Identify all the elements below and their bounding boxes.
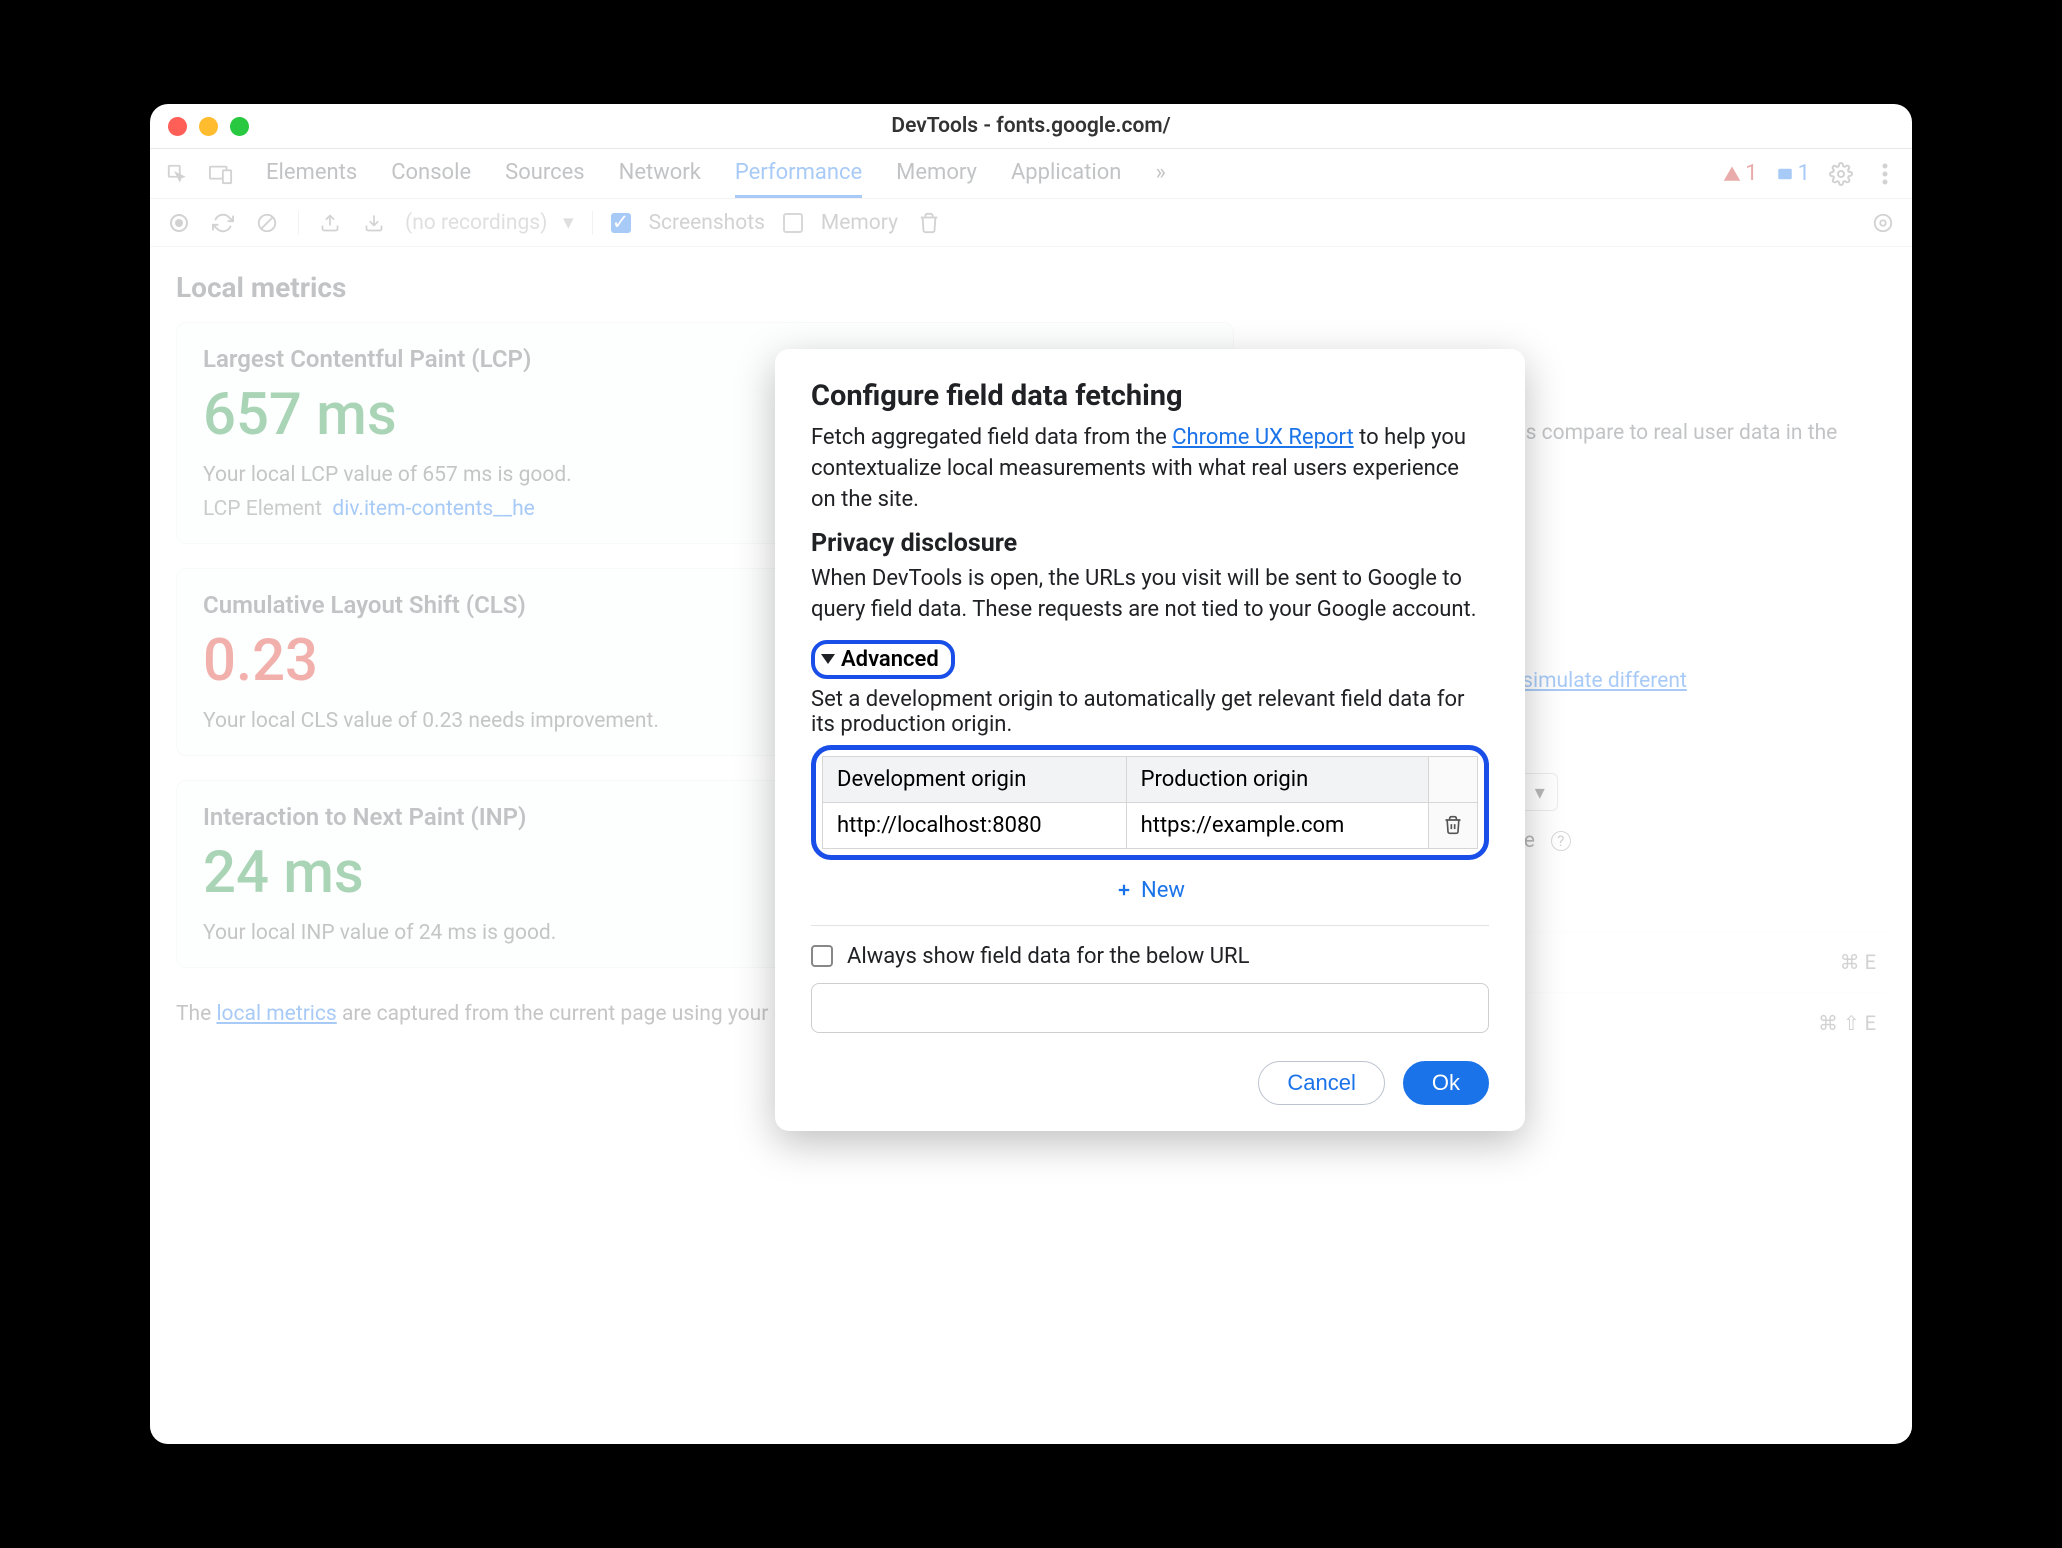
tab-application[interactable]: Application xyxy=(1011,150,1121,198)
close-window-button[interactable] xyxy=(168,117,187,136)
reload-icon[interactable] xyxy=(210,210,236,236)
perf-settings-icon[interactable] xyxy=(1870,210,1896,236)
advanced-toggle[interactable]: Advanced xyxy=(811,640,955,679)
local-metrics-heading: Local metrics xyxy=(176,271,1234,304)
clear-icon[interactable] xyxy=(254,210,280,236)
crux-link-modal[interactable]: Chrome UX Report xyxy=(1172,425,1353,450)
modal-title: Configure field data fetching xyxy=(811,379,1489,413)
origin-mapping-table: Development origin Production origin htt… xyxy=(822,756,1478,849)
memory-label: Memory xyxy=(821,211,898,235)
screenshots-checkbox[interactable]: ✓ xyxy=(611,213,631,233)
origin-table-highlight: Development origin Production origin htt… xyxy=(811,745,1489,860)
titlebar: DevTools - fonts.google.com/ xyxy=(150,104,1912,149)
minimize-window-button[interactable] xyxy=(199,117,218,136)
maximize-window-button[interactable] xyxy=(230,117,249,136)
always-show-label: Always show field data for the below URL xyxy=(847,944,1249,969)
tab-performance[interactable]: Performance xyxy=(735,150,862,198)
warning-count[interactable]: 1 xyxy=(1723,161,1757,186)
issue-count[interactable]: 1 xyxy=(1776,161,1810,186)
table-row: http://localhost:8080 https://example.co… xyxy=(823,802,1478,848)
upload-icon[interactable] xyxy=(317,210,343,236)
device-toolbar-icon[interactable] xyxy=(208,161,234,187)
chevron-down-icon xyxy=(821,654,835,664)
cancel-button[interactable]: Cancel xyxy=(1258,1061,1384,1105)
dev-origin-cell[interactable]: http://localhost:8080 xyxy=(823,802,1127,848)
tab-network[interactable]: Network xyxy=(619,150,701,198)
add-new-row-button[interactable]: New xyxy=(811,872,1489,917)
memory-checkbox[interactable] xyxy=(783,213,803,233)
prod-origin-header: Production origin xyxy=(1126,756,1428,802)
ok-button[interactable]: Ok xyxy=(1403,1061,1489,1105)
inspect-icon[interactable] xyxy=(164,161,190,187)
window-title: DevTools - fonts.google.com/ xyxy=(150,114,1912,138)
tabs-overflow[interactable]: » xyxy=(1155,150,1165,198)
url-input[interactable] xyxy=(811,983,1489,1033)
delete-row-icon[interactable] xyxy=(1443,814,1463,836)
modal-description: Fetch aggregated field data from the Chr… xyxy=(811,423,1489,515)
divider xyxy=(811,925,1489,926)
more-icon[interactable] xyxy=(1872,161,1898,187)
privacy-heading: Privacy disclosure xyxy=(811,529,1489,558)
performance-toolbar: (no recordings) ▾ ✓ Screenshots Memory xyxy=(150,199,1912,247)
always-show-row: Always show field data for the below URL xyxy=(811,944,1489,969)
advanced-description: Set a development origin to automaticall… xyxy=(811,687,1489,737)
tab-console[interactable]: Console xyxy=(391,150,471,198)
configure-field-data-modal: Configure field data fetching Fetch aggr… xyxy=(775,349,1525,1131)
top-tabs: Elements Console Sources Network Perform… xyxy=(150,149,1912,199)
download-icon[interactable] xyxy=(361,210,387,236)
traffic-lights xyxy=(150,117,249,136)
settings-icon[interactable] xyxy=(1828,161,1854,187)
local-metrics-link[interactable]: local metrics xyxy=(216,1002,336,1026)
record-icon[interactable] xyxy=(166,210,192,236)
prod-origin-cell[interactable]: https://example.com xyxy=(1126,802,1428,848)
always-show-checkbox[interactable] xyxy=(811,945,833,967)
privacy-text: When DevTools is open, the URLs you visi… xyxy=(811,564,1489,626)
simulate-link[interactable]: simulate different xyxy=(1522,669,1687,693)
recordings-dropdown[interactable]: (no recordings) ▾ xyxy=(405,210,574,235)
gc-icon[interactable] xyxy=(916,210,942,236)
dev-origin-header: Development origin xyxy=(823,756,1127,802)
tab-sources[interactable]: Sources xyxy=(505,150,585,198)
tab-memory[interactable]: Memory xyxy=(896,150,977,198)
tab-elements[interactable]: Elements xyxy=(266,150,357,198)
help-icon[interactable]: ? xyxy=(1551,831,1571,851)
screenshots-label: Screenshots xyxy=(649,211,765,235)
devtools-window: DevTools - fonts.google.com/ Elements Co… xyxy=(150,104,1912,1444)
